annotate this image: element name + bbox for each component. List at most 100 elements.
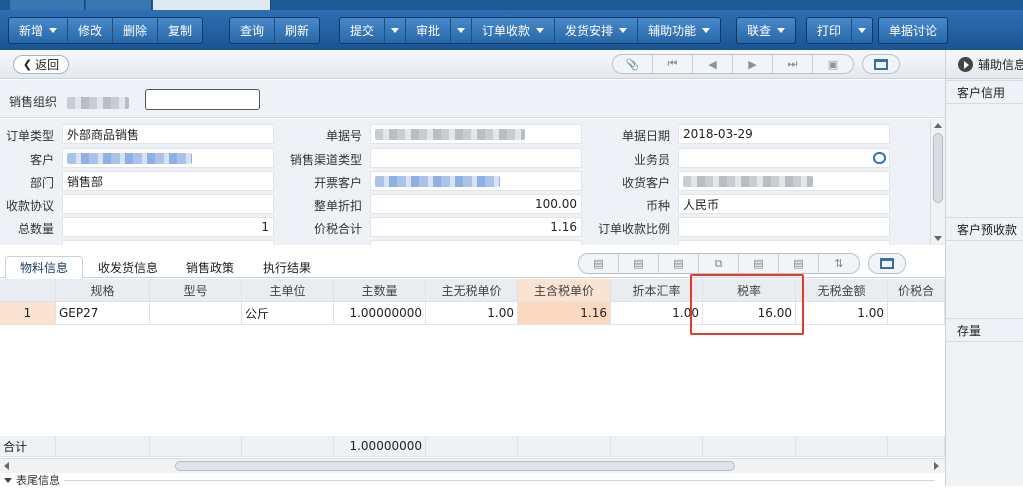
paste-end-icon[interactable]: ▤ bbox=[779, 254, 819, 273]
grid-horizontal-scrollbar[interactable] bbox=[0, 458, 945, 473]
order-type-label: 订单类型 bbox=[5, 129, 54, 143]
col-header[interactable]: 主单位 bbox=[242, 279, 334, 302]
next-record-icon[interactable]: ▶ bbox=[733, 55, 773, 73]
customer-prepaid-section[interactable]: 客户预收款 bbox=[946, 217, 1023, 241]
tab-delivery-info[interactable]: 收发货信息 bbox=[84, 256, 172, 278]
approve-button[interactable]: 审批 bbox=[406, 18, 452, 43]
bill-header-form: 订单类型 外部商品销售 客户 部门 销售部 收款协议 总数量 1 单据号 销售渠… bbox=[0, 119, 930, 245]
delivery-plan-button[interactable]: 发货安排 bbox=[555, 18, 639, 43]
order-collect-button[interactable]: 订单收款 bbox=[472, 18, 556, 43]
bill-discuss-button[interactable]: 单据讨论 bbox=[879, 18, 947, 43]
discount-field[interactable]: 100.00 bbox=[370, 194, 582, 214]
bill-footer-section[interactable]: 表尾信息 bbox=[0, 474, 945, 487]
chat-bubble-icon[interactable] bbox=[873, 152, 886, 164]
window-tab[interactable] bbox=[86, 0, 152, 10]
back-button[interactable]: ❮ 返回 bbox=[13, 55, 69, 74]
tab-execution-result[interactable]: 执行结果 bbox=[249, 256, 325, 278]
tax-unit-price-cell[interactable]: 1.16 bbox=[518, 302, 611, 325]
customer-credit-section[interactable]: 客户信用 bbox=[946, 80, 1023, 104]
scroll-thumb[interactable] bbox=[175, 461, 735, 471]
delete-row-icon[interactable]: ▤ bbox=[659, 254, 699, 273]
scroll-right-icon[interactable] bbox=[934, 462, 939, 470]
row-number[interactable]: 1 bbox=[0, 302, 56, 325]
customer-field[interactable] bbox=[62, 148, 274, 168]
col-header[interactable]: 主数量 bbox=[334, 279, 426, 302]
sort-icon[interactable]: ⇅ bbox=[819, 254, 859, 273]
col-header[interactable]: 主含税单价 bbox=[518, 279, 611, 302]
expand-play-icon[interactable] bbox=[958, 56, 973, 72]
col-header[interactable]: 主无税单价 bbox=[426, 279, 518, 302]
grid-window-toggle[interactable] bbox=[868, 253, 906, 274]
tab-material-info[interactable]: 物料信息 bbox=[5, 256, 84, 278]
amount-cell[interactable]: 1.00 bbox=[796, 302, 888, 325]
collect-ratio-field[interactable] bbox=[678, 217, 890, 237]
collect-agreement-field[interactable] bbox=[62, 194, 274, 214]
link-query-button[interactable]: 联查 bbox=[737, 18, 795, 43]
currency-field[interactable]: 人民币 bbox=[678, 194, 890, 214]
query-button-label: 查询 bbox=[240, 24, 265, 38]
window-tab[interactable] bbox=[10, 0, 85, 10]
form-vertical-scrollbar[interactable] bbox=[930, 119, 945, 245]
collapse-triangle-icon[interactable] bbox=[4, 477, 12, 483]
order-type-field[interactable]: 外部商品销售 bbox=[62, 124, 274, 144]
tax-total-cell[interactable] bbox=[888, 302, 945, 325]
scroll-thumb[interactable] bbox=[933, 133, 943, 203]
tax-total-field[interactable]: 1.16 bbox=[370, 217, 582, 237]
submit-dropdown[interactable] bbox=[385, 18, 407, 43]
total-qty-field[interactable]: 1 bbox=[62, 217, 274, 237]
unit-price-cell[interactable]: 1.00 bbox=[426, 302, 518, 325]
model-cell[interactable] bbox=[150, 302, 242, 325]
copy-row-icon[interactable]: ⧉ bbox=[699, 254, 739, 273]
col-header[interactable]: 价税合 bbox=[888, 279, 945, 302]
receive-customer-field[interactable] bbox=[678, 171, 890, 191]
col-header[interactable]: 无税金额 bbox=[796, 279, 888, 302]
bill-date-label: 单据日期 bbox=[621, 129, 670, 143]
stock-section[interactable]: 存量 bbox=[946, 318, 1023, 342]
paste-row-icon[interactable]: ▤ bbox=[739, 254, 779, 273]
aux-function-button[interactable]: 辅助功能 bbox=[638, 18, 720, 43]
hidden-row-field[interactable] bbox=[678, 240, 890, 245]
redacted-value bbox=[375, 128, 525, 140]
spec-cell[interactable]: GEP27 bbox=[56, 302, 150, 325]
query-button[interactable]: 查询 bbox=[230, 18, 276, 43]
main-qty-cell[interactable]: 1.00000000 bbox=[334, 302, 426, 325]
attachment-icon[interactable]: 📎 bbox=[613, 55, 653, 73]
main-unit-cell[interactable]: 公斤 bbox=[242, 302, 334, 325]
sales-org-input[interactable] bbox=[145, 89, 260, 110]
last-record-icon[interactable]: ⏭ bbox=[773, 55, 813, 73]
window-tab-active[interactable] bbox=[153, 0, 271, 10]
submit-button[interactable]: 提交 bbox=[340, 18, 386, 43]
scroll-down-icon[interactable] bbox=[934, 236, 942, 241]
chevron-down-icon bbox=[702, 28, 711, 33]
hidden-row-field[interactable] bbox=[62, 240, 274, 245]
insert-row-icon[interactable]: ▤ bbox=[619, 254, 659, 273]
window-toggle-button[interactable] bbox=[862, 54, 900, 74]
bill-no-field[interactable] bbox=[370, 124, 582, 144]
refresh-button[interactable]: 刷新 bbox=[275, 18, 319, 43]
save-icon[interactable]: ▣ bbox=[813, 55, 853, 73]
print-button[interactable]: 打印 bbox=[807, 18, 853, 43]
col-header[interactable]: 规格 bbox=[56, 279, 150, 302]
scroll-up-icon[interactable] bbox=[934, 123, 942, 128]
print-dropdown[interactable] bbox=[852, 18, 872, 43]
aux-info-header[interactable]: 辅助信息 bbox=[946, 50, 1023, 79]
salesman-field[interactable] bbox=[678, 148, 890, 168]
scroll-left-icon[interactable] bbox=[4, 462, 9, 470]
hidden-row-field[interactable] bbox=[370, 240, 582, 245]
invoice-customer-field[interactable] bbox=[370, 171, 582, 191]
first-record-icon[interactable]: ⏮ bbox=[653, 55, 693, 73]
add-row-icon[interactable]: ▤ bbox=[579, 254, 619, 273]
print-button-label: 打印 bbox=[817, 24, 842, 38]
delete-button[interactable]: 删除 bbox=[113, 18, 159, 43]
approve-dropdown[interactable] bbox=[451, 18, 473, 43]
prev-record-icon[interactable]: ◀ bbox=[693, 55, 733, 73]
copy-button[interactable]: 复制 bbox=[158, 18, 202, 43]
bill-date-field[interactable]: 2018-03-29 bbox=[678, 124, 890, 144]
edit-button[interactable]: 修改 bbox=[68, 18, 114, 43]
tab-sales-policy[interactable]: 销售政策 bbox=[172, 256, 248, 278]
col-header[interactable]: 型号 bbox=[150, 279, 242, 302]
department-field[interactable]: 销售部 bbox=[62, 171, 274, 191]
add-button[interactable]: 新增 bbox=[9, 18, 69, 43]
channel-type-field[interactable] bbox=[370, 148, 582, 168]
col-header[interactable] bbox=[0, 279, 56, 302]
